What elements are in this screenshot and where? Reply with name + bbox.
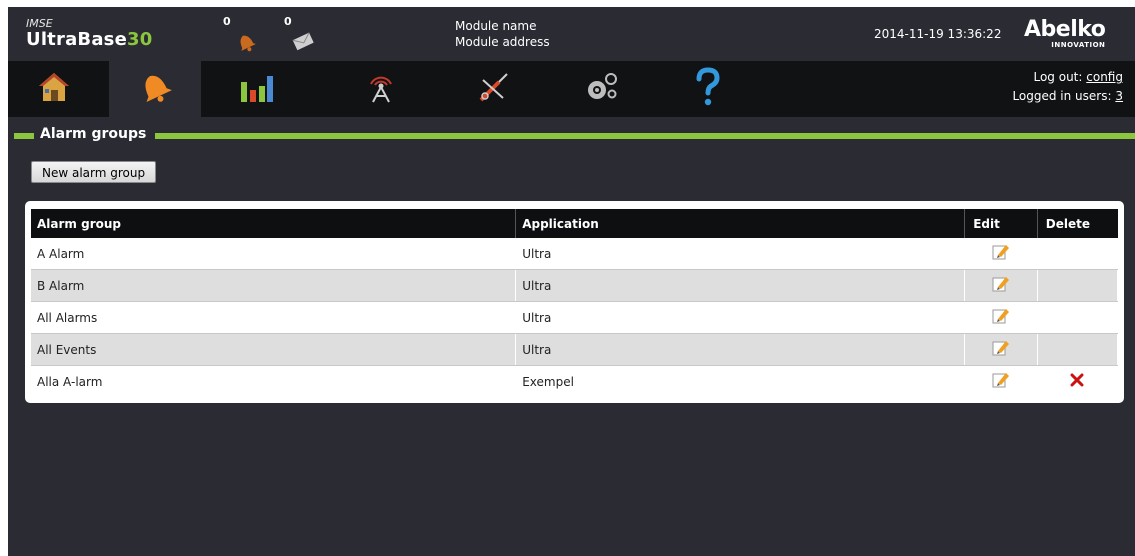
cell-edit (964, 301, 1038, 334)
table-header-row: Alarm group Application Edit Delete (31, 209, 1118, 238)
logged-in-line: Logged in users: 3 (1012, 87, 1123, 106)
header-alarm-group[interactable]: Alarm group (31, 209, 517, 238)
module-info: Module name Module address (455, 18, 550, 50)
table-row[interactable]: A Alarm Ultra (31, 238, 1119, 270)
nav-alarms[interactable] (109, 61, 201, 117)
message-count: 0 (284, 15, 292, 28)
cell-edit (964, 238, 1038, 270)
message-envelope-icon[interactable] (291, 31, 315, 55)
page-title: Alarm groups (40, 126, 147, 142)
edit-icon[interactable] (992, 275, 1010, 296)
edit-icon[interactable] (992, 243, 1010, 264)
main-navbar (8, 61, 1135, 117)
edit-icon[interactable] (992, 307, 1010, 328)
nav-help[interactable] (662, 61, 754, 117)
module-name: Module name (455, 19, 537, 33)
section-bar-right (155, 133, 1135, 139)
edit-icon[interactable] (992, 339, 1010, 360)
brand-name-text: UltraBase (26, 29, 128, 50)
cell-delete (1037, 333, 1119, 366)
logo-subtitle: INNOVATION (1051, 41, 1106, 49)
cell-alarm-group: Alla A-larm (31, 365, 517, 397)
cell-application: Exempel (515, 365, 966, 397)
cell-alarm-group: All Events (31, 333, 517, 366)
cell-delete (1037, 238, 1119, 270)
table-row[interactable]: All Events Ultra (31, 333, 1119, 366)
cell-alarm-group: All Alarms (31, 301, 517, 334)
cell-delete (1037, 301, 1119, 334)
house-icon (37, 71, 71, 107)
header-edit: Edit (964, 209, 1038, 238)
module-address: Module address (455, 35, 550, 49)
logged-in-count-link[interactable]: 3 (1115, 89, 1123, 103)
alarm-groups-table-container: Alarm group Application Edit Delete A Al… (25, 201, 1124, 403)
tools-icon (477, 72, 511, 106)
cell-application: Ultra (515, 333, 966, 366)
delete-icon[interactable] (1070, 373, 1084, 390)
antenna-icon (364, 70, 398, 108)
header: IMSE UltraBase30 0 0 Module name Module (8, 7, 1135, 61)
section-bar-left (14, 133, 34, 139)
cell-delete (1037, 269, 1119, 302)
table-row[interactable]: Alla A-larm Exempel (31, 365, 1119, 397)
nav-charts[interactable] (210, 61, 302, 117)
logout-link[interactable]: config (1086, 70, 1123, 84)
header-application[interactable]: Application (515, 209, 966, 238)
login-info: Log out: config Logged in users: 3 (1012, 68, 1123, 106)
cell-application: Ultra (515, 269, 966, 302)
table-row[interactable]: All Alarms Ultra (31, 301, 1119, 334)
bell-icon (135, 69, 175, 109)
abelko-logo: Abelko INNOVATION (1024, 17, 1106, 50)
nav-communication[interactable] (335, 61, 427, 117)
cell-edit (964, 365, 1038, 397)
new-alarm-group-button[interactable]: New alarm group (31, 161, 157, 183)
question-icon (694, 67, 722, 111)
bar-chart-icon (238, 72, 274, 106)
nav-home[interactable] (8, 61, 100, 117)
brand-suffix: 30 (127, 29, 153, 50)
nav-settings[interactable] (555, 61, 647, 117)
table-row[interactable]: B Alarm Ultra (31, 269, 1119, 302)
logo-text: Abelko (1024, 17, 1106, 42)
alarm-bell-icon[interactable] (234, 31, 258, 57)
header-delete: Delete (1037, 209, 1118, 238)
cell-alarm-group: A Alarm (31, 238, 517, 270)
cell-edit (964, 333, 1038, 366)
brand-name: UltraBase30 (26, 29, 152, 50)
cell-application: Ultra (515, 238, 966, 270)
logout-line: Log out: config (1012, 68, 1123, 87)
app-frame: IMSE UltraBase30 0 0 Module name Module (8, 7, 1135, 556)
gears-icon (584, 71, 618, 107)
cell-alarm-group: B Alarm (31, 269, 517, 302)
logged-in-label: Logged in users: (1012, 89, 1112, 103)
nav-service[interactable] (448, 61, 540, 117)
cell-delete (1037, 365, 1119, 397)
cell-edit (964, 269, 1038, 302)
cell-application: Ultra (515, 301, 966, 334)
alarm-groups-table: Alarm group Application Edit Delete A Al… (31, 209, 1119, 397)
datetime: 2014-11-19 13:36:22 (874, 27, 1002, 41)
section-header: Alarm groups (8, 125, 1135, 145)
edit-icon[interactable] (992, 371, 1010, 392)
logout-label: Log out: (1033, 70, 1083, 84)
alarm-count: 0 (223, 15, 231, 28)
